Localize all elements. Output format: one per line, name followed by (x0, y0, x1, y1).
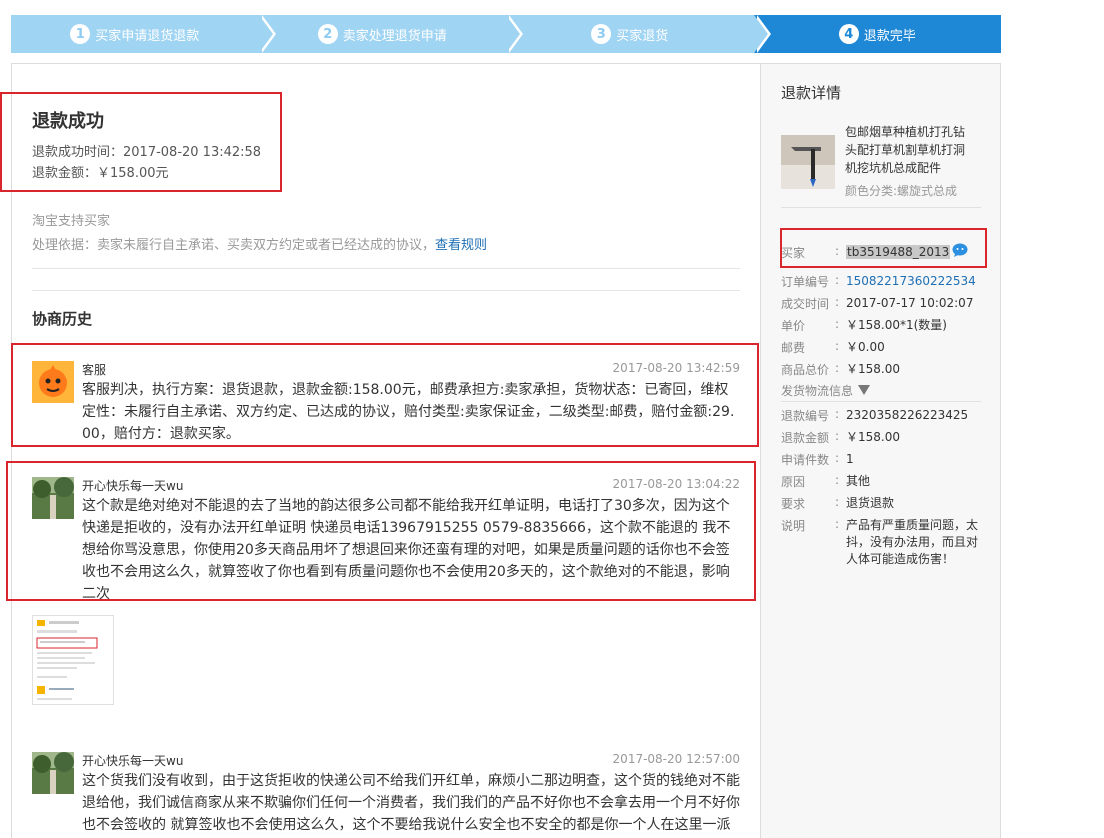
user-avatar-icon (32, 752, 74, 794)
refund-amount: 退款金额：￥158.00元 (32, 166, 169, 181)
user-avatar-icon (32, 477, 74, 519)
step-number: 1 (70, 24, 91, 44)
message-body: 这个款是绝对绝对不能退的去了当地的韵达很多公司都不能给我开红单证明，电话打了30… (82, 498, 731, 602)
row-label: 退款金额 (781, 431, 830, 445)
order-number-row: 订单编号: 15082217360222534 (781, 273, 986, 291)
order-number-link[interactable]: 15082217360222534 (846, 273, 986, 290)
row-label: 订单编号 (781, 275, 830, 289)
refund-detail-title: 退款详情 (781, 84, 842, 102)
row-label: 原因 (781, 475, 806, 489)
step-label: 买家退货 (616, 28, 669, 44)
request-row: 要求: 退货退款 (781, 495, 986, 513)
basis-text: 处理依据：卖家未履行自主承诺、买卖双方约定或者已经达成的协议， (32, 238, 436, 253)
step-number: 2 (317, 24, 338, 44)
row-label: 成交时间 (781, 297, 830, 311)
product-image[interactable] (781, 135, 835, 189)
row-label: 单价 (781, 319, 806, 333)
history-message: 开心快乐每一天wu 2017-08-20 12:57:00 这个货我们没有收到，… (32, 752, 740, 838)
step-label: 买家申请退货退款 (95, 28, 200, 44)
row-value: ￥158.00 (846, 362, 900, 376)
logistics-label[interactable]: 发货物流信息 (781, 382, 853, 399)
deal-time-row: 成交时间: 2017-07-17 10:02:07 (781, 295, 986, 313)
refund-number-row: 退款编号: 2320358226223425 (781, 407, 986, 425)
step-2: 2 卖家处理退货申请 (258, 15, 523, 53)
logistics-toggle[interactable]: 发货物流信息 (781, 382, 986, 400)
step-label: 卖家处理退货申请 (342, 28, 447, 44)
history-message: 开心快乐每一天wu 2017-08-20 13:04:22 这个款是绝对绝对不能… (32, 477, 740, 602)
step-4: 4 退款完毕 (753, 15, 1001, 53)
row-label: 要求 (781, 497, 806, 511)
postage-row: 邮费: ￥0.00 (781, 339, 986, 357)
step-number: 3 (591, 24, 612, 44)
step-number: 4 (838, 24, 859, 44)
progress-steps: 1 买家申请退货退款 2 卖家处理退货申请 3 买家退货 4 退款完毕 (11, 15, 1001, 53)
message-time: 2017-08-20 13:04:22 (612, 477, 740, 491)
unit-price-row: 单价: ￥158.00*1(数量) (781, 317, 986, 335)
refund-amount-row: 退款金额: ￥158.00 (781, 429, 986, 447)
row-value: 退货退款 (846, 496, 895, 510)
sender-name: 客服 (82, 363, 107, 377)
quantity-row: 申请件数: 1 (781, 451, 986, 469)
message-body: 客服判决，执行方案：退货退款，退款金额:158.00元，邮费承担方:卖家承担，货… (82, 382, 735, 442)
message-time: 2017-08-20 13:42:59 (612, 361, 740, 375)
basis-note: 处理依据：卖家未履行自主承诺、买卖双方约定或者已经达成的协议，查看规则 (32, 234, 487, 253)
message-time: 2017-08-20 12:57:00 (612, 752, 740, 766)
triangle-down-icon[interactable] (855, 383, 870, 397)
row-label: 邮费 (781, 341, 806, 355)
divider (781, 401, 981, 402)
row-value: 其他 (846, 474, 871, 488)
message-body: 这个货我们没有收到，由于这货拒收的快递公司不给我们开红单，麻烦小二那边明查，这个… (82, 773, 740, 833)
row-value: 产品有严重质量问题，太抖，没有办法用，而且对人体可能造成伤害！ (846, 518, 979, 566)
buyer-id[interactable]: tb3519488_2013 (846, 245, 951, 259)
row-value: 1 (846, 452, 854, 466)
step-label: 退款完毕 (863, 28, 916, 44)
view-rules-link[interactable]: 查看规则 (435, 238, 487, 253)
total-price-row: 商品总价: ￥158.00 (781, 361, 986, 379)
service-avatar-icon (32, 361, 74, 403)
row-label: 说明 (781, 519, 806, 533)
row-value: ￥158.00 (846, 430, 900, 444)
sender-name: 开心快乐每一天wu (82, 479, 184, 493)
row-value: ￥158.00*1(数量) (846, 318, 947, 332)
support-note: 淘宝支持买家 (32, 214, 111, 229)
row-label: 退款编号 (781, 409, 830, 423)
refund-status-title: 退款成功 (32, 111, 104, 132)
sender-name: 开心快乐每一天wu (82, 754, 184, 768)
row-value: 2320358226223425 (846, 408, 969, 422)
chat-bubble-icon[interactable] (952, 243, 968, 257)
divider (32, 268, 740, 269)
step-3: 3 买家退货 (506, 15, 771, 53)
product-name-link[interactable]: 包邮烟草种植机打孔钻头配打草机割草机打洞机挖坑机总成配件 (845, 123, 975, 177)
product-attribute: 颜色分类:螺旋式总成 (845, 184, 958, 198)
row-label: 申请件数 (781, 453, 830, 467)
history-title: 协商历史 (32, 310, 93, 328)
history-message: 客服 2017-08-20 13:42:59 客服判决，执行方案：退货退款，退款… (32, 361, 740, 442)
refund-time: 退款成功时间：2017-08-20 13:42:58 (32, 145, 262, 160)
divider (781, 207, 981, 208)
attachment-thumbnail[interactable] (32, 615, 114, 705)
reason-row: 原因: 其他 (781, 473, 986, 491)
row-label: 商品总价 (781, 363, 830, 377)
buyer-label: 买家 (781, 246, 806, 260)
description-row: 说明: 产品有严重质量问题，太抖，没有办法用，而且对人体可能造成伤害！ (781, 517, 986, 577)
step-1: 1 买家申请退货退款 (11, 15, 276, 53)
row-value: 2017-07-17 10:02:07 (846, 296, 974, 310)
divider (32, 290, 740, 291)
row-value: ￥0.00 (846, 340, 885, 354)
